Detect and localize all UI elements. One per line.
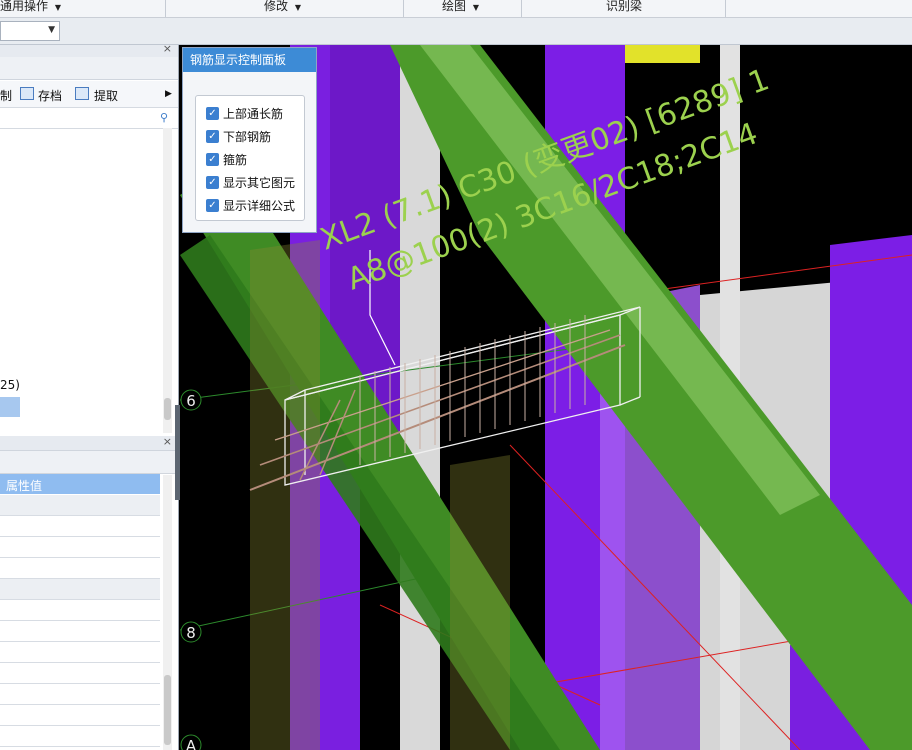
rebar-display-control-panel: 钢筋显示控制面板 ✓ 上部通长筋 ✓ 下部钢筋 ✓ 箍筋 ✓ 显示其它图元 ✓ … — [182, 47, 317, 233]
chevron-down-icon: ▼ — [54, 3, 61, 12]
option-label: 下部钢筋 — [223, 130, 272, 144]
table-row[interactable] — [0, 684, 160, 705]
menu-recognize-beam-label: 识别梁 — [606, 0, 643, 13]
property-value-header: 属性值 — [6, 479, 43, 493]
scroll-thumb[interactable] — [164, 398, 171, 420]
option-label: 上部通长筋 — [223, 107, 284, 121]
left-panel: × 制 存档 提取 ▶ ⚲ 25) × 属性值 — [0, 42, 179, 750]
yellow-block — [625, 45, 700, 63]
control-panel-title: 钢筋显示控制面板 — [183, 48, 316, 72]
checkbox-checked-icon[interactable]: ✓ — [206, 153, 219, 166]
table-row[interactable] — [0, 642, 160, 663]
close-icon[interactable]: × — [163, 435, 172, 448]
tree-scrollbar[interactable] — [163, 128, 172, 433]
axis-label-6: 6 — [186, 392, 196, 410]
tree-item-fragment: 25) — [0, 378, 20, 392]
table-row[interactable] — [0, 537, 160, 558]
checkbox-checked-icon[interactable]: ✓ — [206, 199, 219, 212]
table-row[interactable] — [0, 705, 160, 726]
archive-icon — [20, 87, 34, 100]
table-row[interactable] — [0, 663, 160, 684]
properties-scrollbar[interactable] — [163, 475, 172, 750]
table-row[interactable] — [0, 558, 160, 579]
floor-select[interactable]: ▼ — [0, 21, 60, 41]
search-icon[interactable]: ⚲ — [160, 111, 168, 124]
control-button[interactable]: 制 — [0, 87, 12, 104]
checkbox-checked-icon[interactable]: ✓ — [206, 176, 219, 189]
toolbar-divider — [403, 0, 404, 17]
scroll-thumb[interactable] — [164, 675, 171, 745]
properties-header-row: 属性值 — [0, 474, 160, 494]
menu-modify-label: 修改 — [264, 0, 289, 13]
extract-button[interactable]: 提取 — [94, 87, 118, 104]
table-row[interactable] — [0, 621, 160, 642]
option-label: 显示其它图元 — [223, 176, 296, 190]
chevron-down-icon: ▼ — [472, 3, 479, 12]
translucent-column — [450, 455, 510, 750]
component-toolbar: 制 存档 提取 ▶ — [0, 81, 178, 108]
top-toolbar: 通用操作 ▼ 修改 ▼ 绘图 ▼ 识别梁 — [0, 0, 912, 18]
panel-subheader — [0, 57, 178, 80]
more-arrow-icon[interactable]: ▶ — [165, 89, 172, 99]
search-row: ⚲ — [0, 108, 178, 129]
toolbar-divider — [521, 0, 522, 17]
chevron-down-icon: ▼ — [48, 25, 55, 35]
secondary-toolbar — [0, 18, 912, 45]
table-row[interactable] — [0, 579, 160, 600]
table-row[interactable] — [0, 726, 160, 747]
close-icon[interactable]: × — [163, 42, 172, 55]
table-row[interactable] — [0, 600, 160, 621]
menu-modify[interactable]: 修改 ▼ — [264, 0, 301, 17]
option-label: 显示详细公式 — [223, 199, 296, 213]
table-row[interactable] — [0, 516, 160, 537]
table-row[interactable] — [0, 495, 160, 516]
checkbox-checked-icon[interactable]: ✓ — [206, 107, 219, 120]
option-label: 箍筋 — [223, 153, 248, 167]
menu-general-ops[interactable]: 通用操作 ▼ — [0, 0, 61, 17]
translucent-column — [250, 240, 320, 750]
chevron-down-icon: ▼ — [294, 3, 301, 12]
menu-general-ops-label: 通用操作 — [0, 0, 49, 13]
tree-selected-item[interactable] — [0, 397, 20, 417]
menu-draw[interactable]: 绘图 ▼ — [442, 0, 479, 17]
save-button[interactable]: 存档 — [38, 87, 62, 104]
toolbar-divider — [165, 0, 166, 17]
menu-draw-label: 绘图 — [442, 0, 467, 13]
control-options-box: ✓ 上部通长筋 ✓ 下部钢筋 ✓ 箍筋 ✓ 显示其它图元 ✓ 显示详细公式 — [195, 95, 305, 221]
axis-label-8: 8 — [186, 624, 196, 642]
properties-panel-header: × — [0, 435, 178, 451]
checkbox-checked-icon[interactable]: ✓ — [206, 130, 219, 143]
menu-recognize-beam[interactable]: 识别梁 — [606, 0, 642, 17]
axis-label-a: A — [186, 737, 197, 750]
toolbar-divider — [725, 0, 726, 17]
extract-icon — [75, 87, 89, 100]
properties-toolbar — [0, 451, 178, 474]
